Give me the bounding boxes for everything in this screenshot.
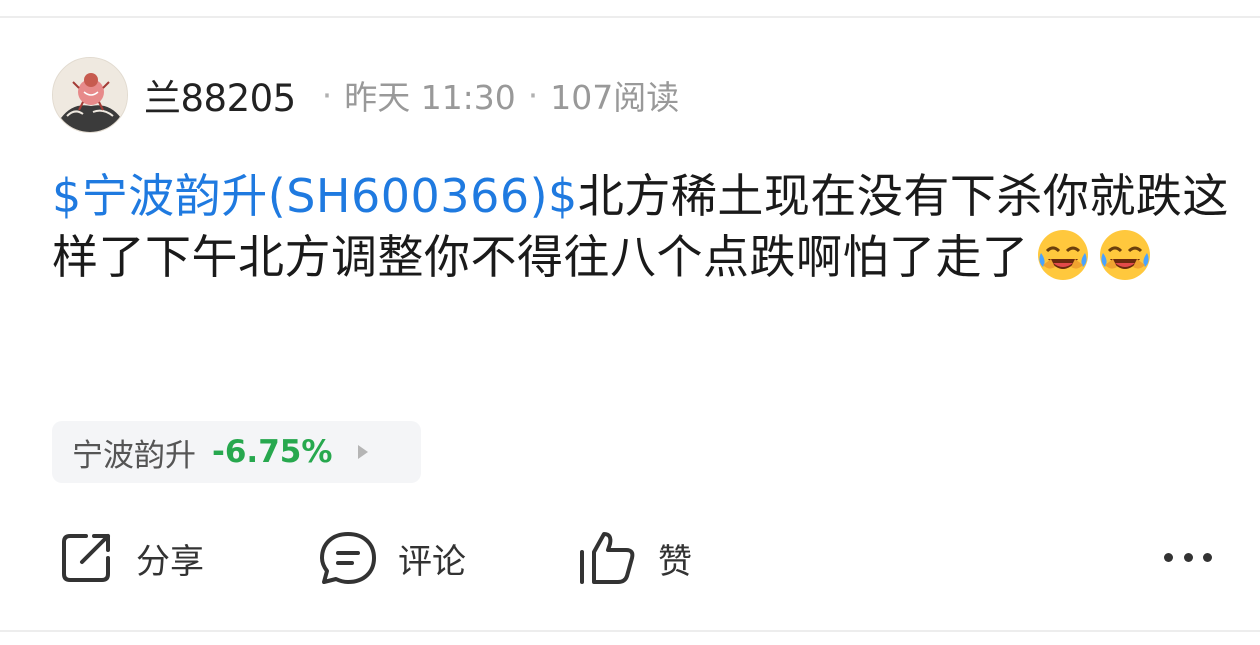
share-button[interactable]: 分享	[56, 525, 204, 591]
thumbs-up-icon	[576, 528, 638, 588]
more-icon	[1164, 552, 1173, 562]
post-header: 兰88205 · 昨天 11:30 · 107阅读	[52, 57, 679, 133]
comment-label: 评论	[398, 541, 466, 582]
post-time: 昨天 11:30	[344, 78, 516, 117]
stock-name: 宁波韵升	[72, 437, 196, 474]
comment-icon	[318, 528, 378, 588]
laughing-crying-emoji	[1097, 227, 1153, 283]
avatar-image	[53, 58, 127, 132]
more-icon	[1183, 552, 1193, 562]
chevron-right-icon	[358, 445, 369, 459]
stock-tag-link[interactable]: $宁波韵升(SH600366)$	[52, 169, 578, 223]
meta-separator: ·	[321, 75, 333, 115]
post-body: $宁波韵升(SH600366)$北方稀土现在没有下杀你就跌这样了下午北方调整你不…	[52, 166, 1232, 288]
author-name[interactable]: 兰88205	[144, 68, 296, 122]
more-button[interactable]	[1164, 537, 1212, 577]
share-icon	[56, 528, 116, 588]
action-bar: 分享 评论 赞	[0, 525, 1260, 591]
top-divider	[0, 16, 1260, 18]
like-label: 赞	[658, 541, 692, 582]
author-avatar[interactable]	[52, 57, 128, 133]
post-meta: · 昨天 11:30 · 107阅读	[310, 71, 680, 119]
bottom-divider	[0, 630, 1260, 632]
read-count: 107阅读	[550, 78, 680, 117]
like-button[interactable]: 赞	[576, 525, 692, 591]
stock-change: -6.75%	[212, 434, 333, 470]
laughing-crying-emoji	[1035, 227, 1091, 283]
more-icon	[1203, 552, 1212, 562]
stock-quote-chip[interactable]: 宁波韵升 -6.75%	[52, 421, 421, 483]
share-label: 分享	[136, 541, 204, 582]
meta-separator: ·	[527, 75, 539, 115]
comment-button[interactable]: 评论	[318, 525, 466, 591]
